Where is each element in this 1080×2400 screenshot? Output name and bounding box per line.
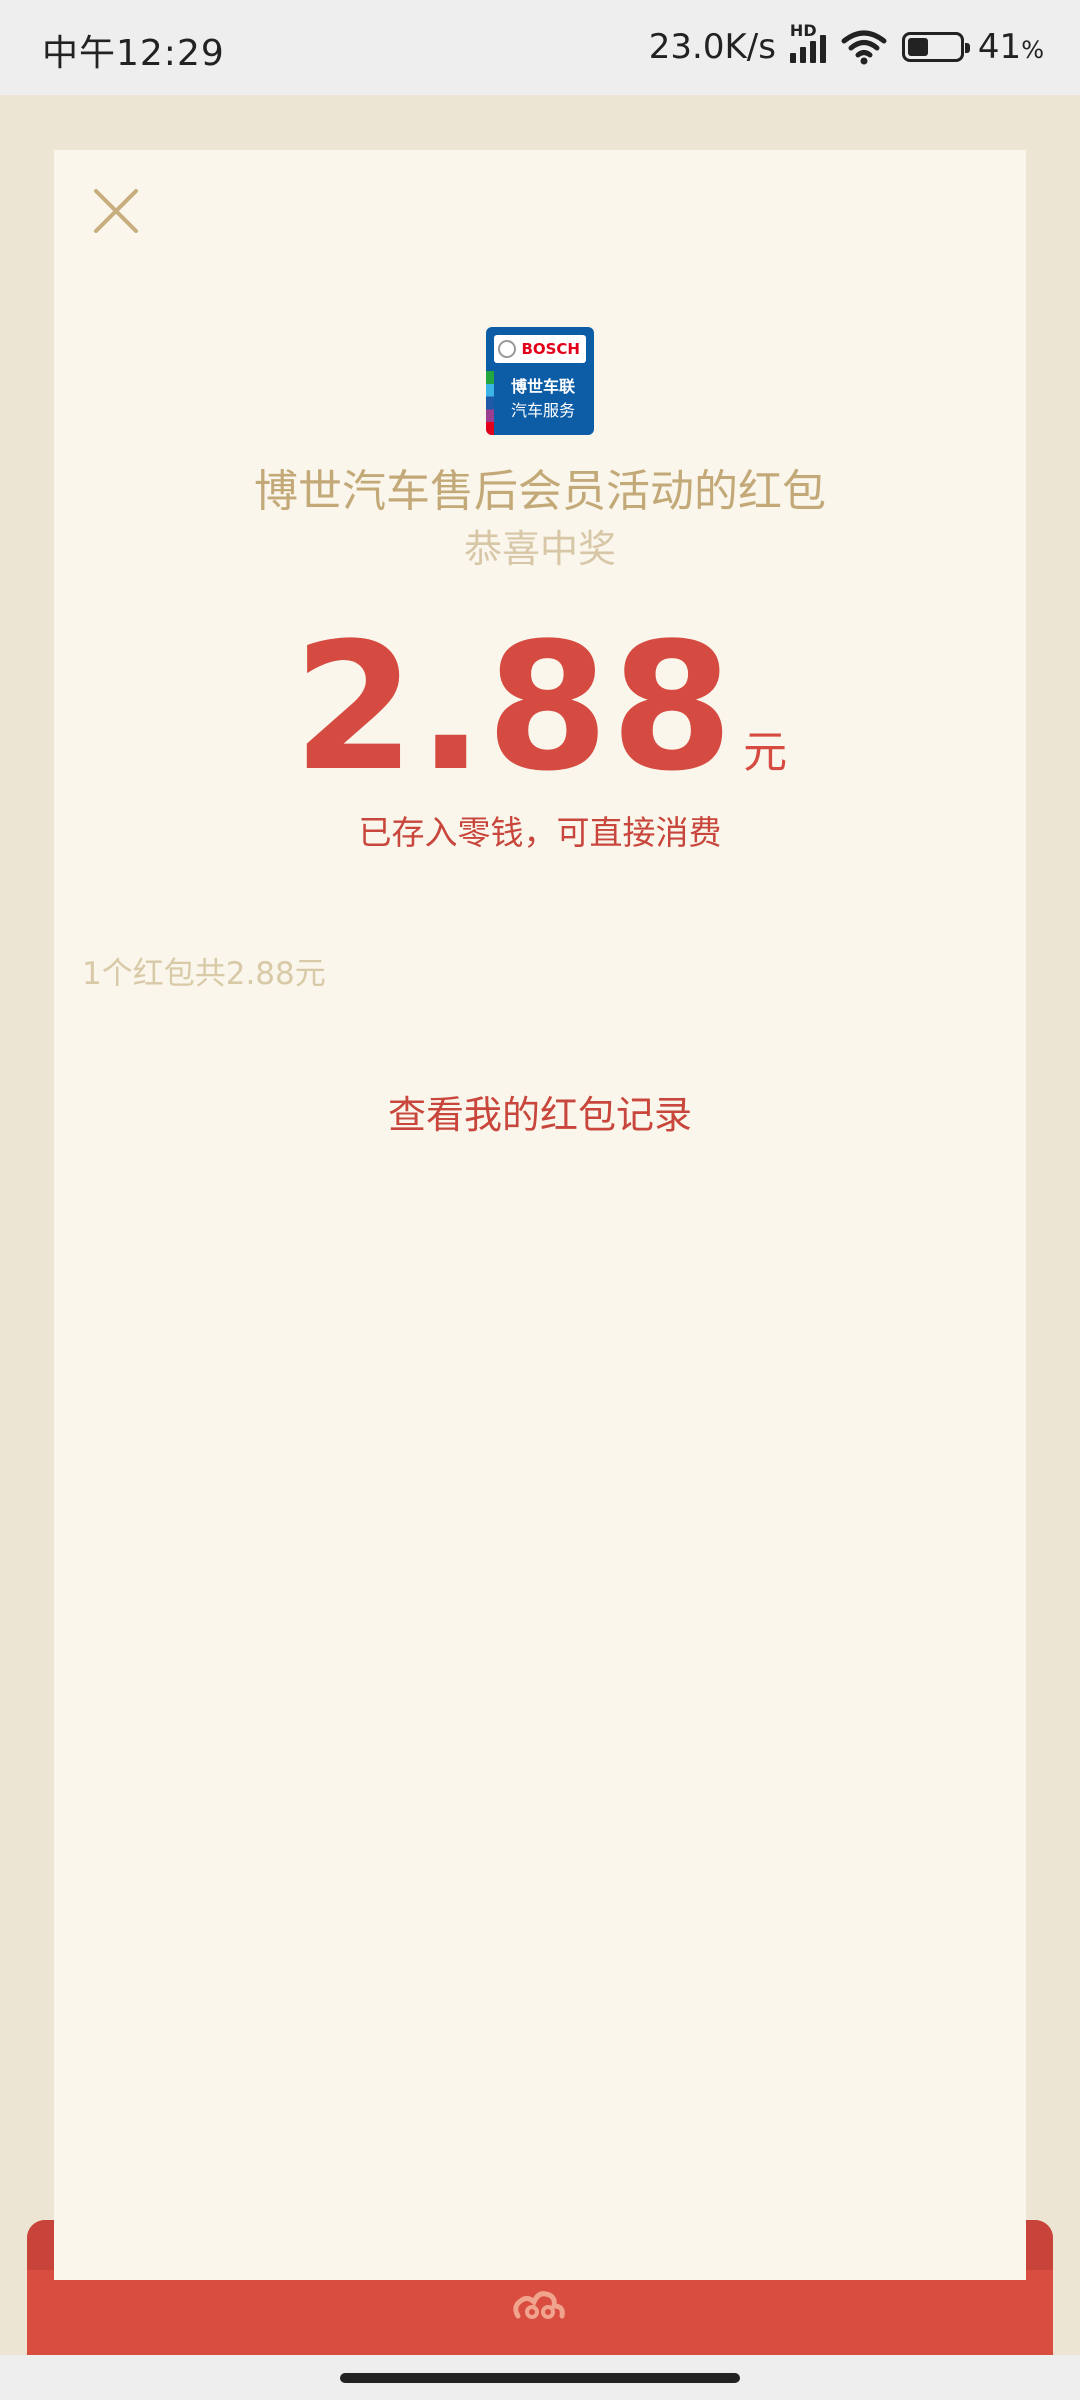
stored-note: 已存入零钱，可直接消费	[358, 813, 722, 852]
card-zigzag-edge	[54, 2258, 1026, 2272]
close-icon	[94, 189, 138, 233]
envelope-summary: 1个红包共2.88元	[82, 956, 326, 992]
battery-level-fill	[907, 38, 929, 56]
network-speed: 23.0K/s	[648, 27, 776, 67]
envelope-subtitle: 恭喜中奖	[463, 527, 616, 571]
status-icons: 23.0K/s HD 41%	[648, 21, 1044, 72]
view-records-link[interactable]: 查看我的红包记录	[54, 1084, 1026, 1139]
amount-display: 2.88 元	[54, 620, 1026, 796]
bosch-ring-icon	[498, 340, 516, 358]
battery-percentage: 41%	[977, 27, 1044, 67]
navigation-bar	[0, 2355, 1080, 2400]
wifi-icon	[841, 30, 887, 65]
home-indicator[interactable]	[340, 2373, 740, 2383]
signal-icon: HD	[789, 21, 826, 63]
close-button[interactable]	[92, 187, 140, 235]
amount-unit: 元	[743, 727, 788, 778]
envelope-title: 博世汽车售后会员活动的红包	[254, 466, 826, 517]
amount-value: 2.88	[292, 605, 736, 810]
hd-badge: HD	[789, 21, 817, 40]
auspicious-cloud-icon	[513, 2291, 565, 2319]
sender-logo: BOSCH 博世车联 汽车服务	[486, 327, 594, 435]
battery-icon	[901, 32, 970, 62]
status-bar: 中午12:29 23.0K/s HD 41%	[0, 0, 1080, 95]
status-time: 中午12:29	[42, 33, 225, 74]
